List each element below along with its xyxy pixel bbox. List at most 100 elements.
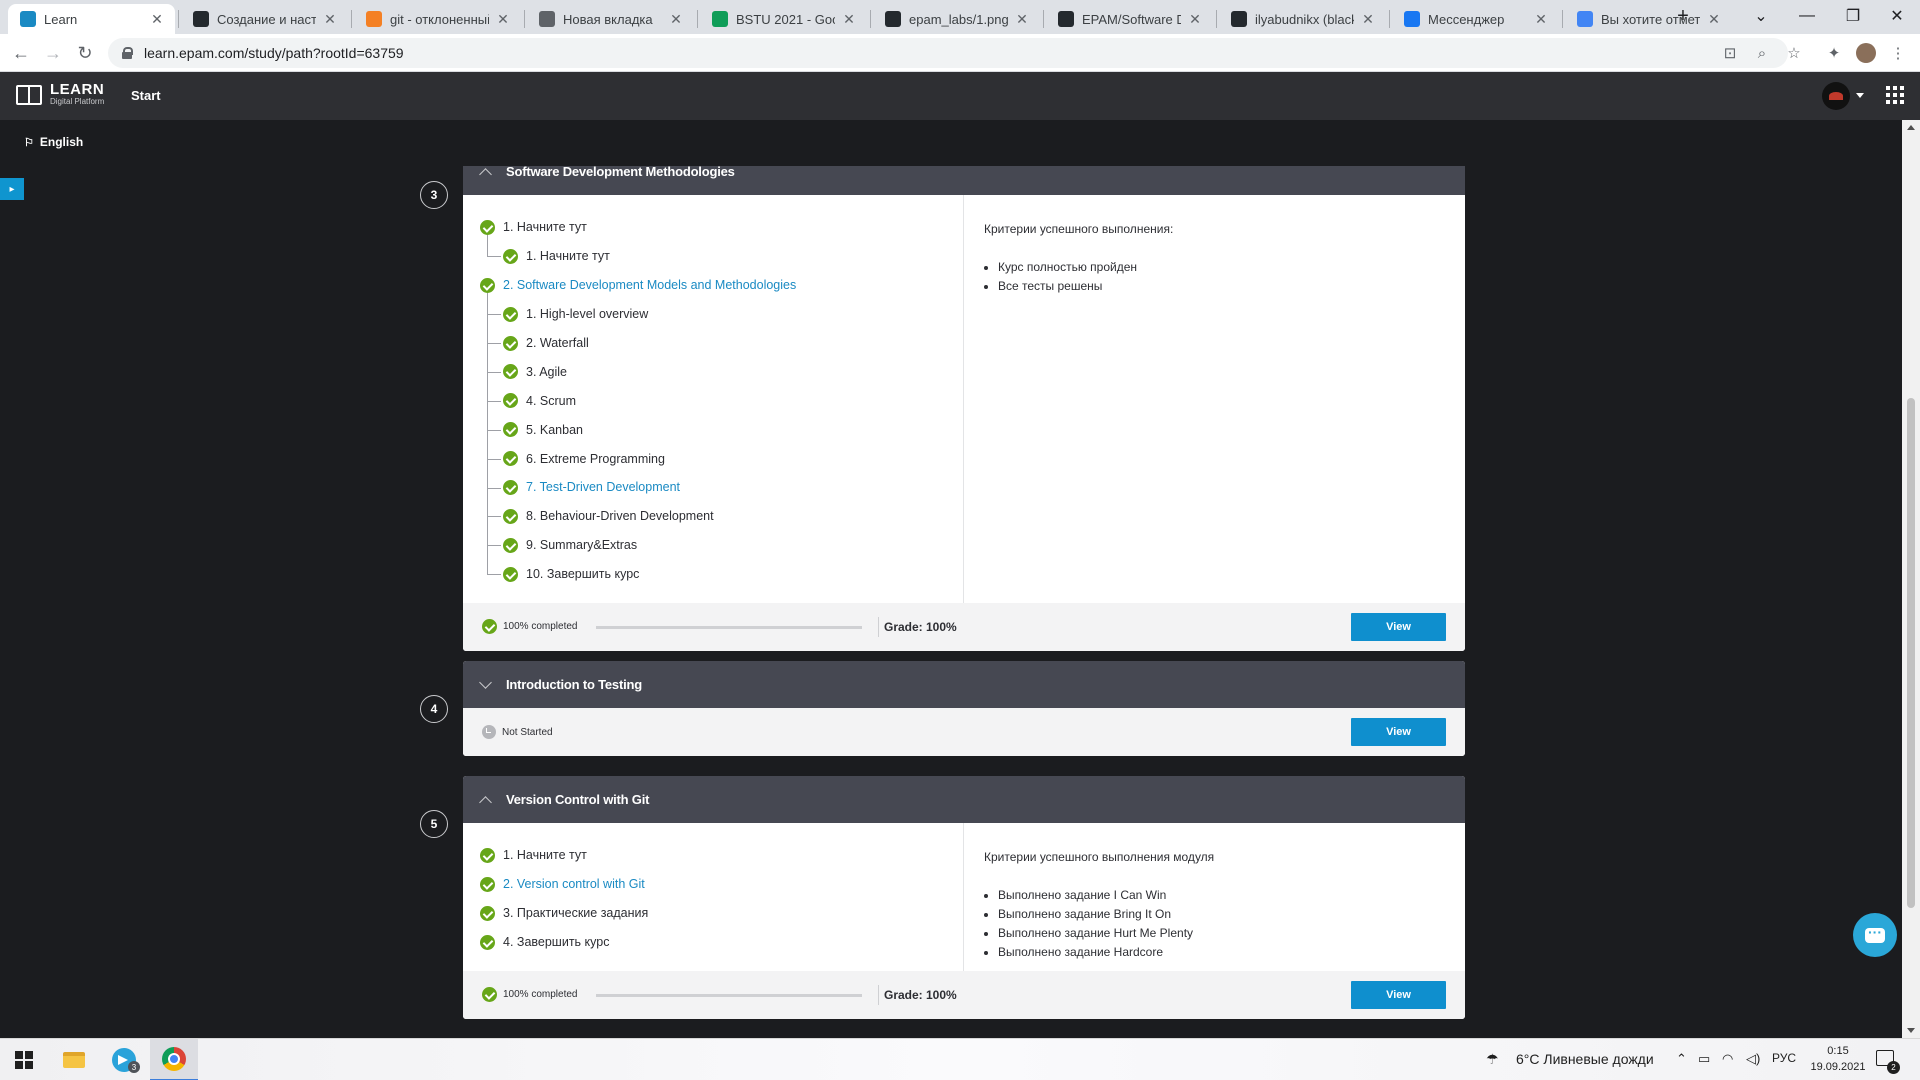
browser-tab[interactable]: BSTU 2021 - Goog ✕ xyxy=(700,4,867,34)
tree-item[interactable]: 2. Software Development Models and Metho… xyxy=(480,271,963,300)
profile-avatar[interactable] xyxy=(1851,38,1881,68)
tree-connector xyxy=(487,545,501,547)
progress-fill xyxy=(596,625,862,629)
input-language[interactable]: РУС xyxy=(1772,1051,1796,1065)
telegram-button[interactable]: 3 xyxy=(100,1039,148,1080)
minimize-icon[interactable]: — xyxy=(1784,0,1830,32)
tree-item[interactable]: 1. Начните тут xyxy=(480,841,963,870)
tree-item[interactable]: 2. Version control with Git xyxy=(480,870,963,899)
close-tab-icon[interactable]: ✕ xyxy=(841,11,857,28)
tree-item[interactable]: 8. Behaviour-Driven Development xyxy=(480,502,963,531)
tree-item[interactable]: 1. Начните тут xyxy=(480,213,963,242)
module-card: Version Control with Git 1. Начните тут 2… xyxy=(463,776,1465,1019)
tree-item[interactable]: 1. Начните тут xyxy=(480,242,963,271)
tree-item[interactable]: 9. Summary&Extras xyxy=(480,531,963,560)
module-header[interactable]: Version Control with Git xyxy=(463,776,1465,823)
sidebar-toggle[interactable]: ▸ xyxy=(0,178,24,200)
chevron-up-icon[interactable] xyxy=(479,167,492,181)
battery-icon[interactable]: ▭ xyxy=(1698,1051,1710,1067)
tray-chevron-up-icon[interactable]: ⌃ xyxy=(1676,1051,1687,1067)
tree-connector xyxy=(487,343,501,345)
scroll-down-icon[interactable] xyxy=(1907,1028,1915,1033)
bookmark-star-icon[interactable]: ☆ xyxy=(1779,38,1809,68)
start-link[interactable]: Start xyxy=(131,88,161,103)
tree-item[interactable]: 4. Завершить курс xyxy=(480,928,963,957)
tree-connector xyxy=(487,458,501,460)
tree-item[interactable]: 3. Agile xyxy=(480,357,963,386)
close-window-icon[interactable]: ✕ xyxy=(1874,0,1920,32)
criteria-item: Курс полностью пройден xyxy=(998,258,1445,277)
tab-separator xyxy=(524,10,525,28)
close-tab-icon[interactable]: ✕ xyxy=(1706,11,1722,28)
scroll-up-icon[interactable] xyxy=(1907,125,1915,130)
browser-tab[interactable]: Новая вкладка ✕ xyxy=(527,4,694,34)
tab-search-icon[interactable]: ⌄ xyxy=(1738,0,1784,32)
browser-tab[interactable]: Мессенджер ✕ xyxy=(1392,4,1559,34)
tree-item-label: 8. Behaviour-Driven Development xyxy=(526,509,714,524)
check-circle-icon xyxy=(503,393,518,409)
address-bar[interactable]: learn.epam.com/study/path?rootId=63759 xyxy=(108,38,1788,68)
logo-title: LEARN xyxy=(50,81,105,98)
learn-logo[interactable]: LEARN Digital Platform xyxy=(16,82,104,107)
module-card: Software Development Methodologies 1. На… xyxy=(463,148,1465,651)
tree-item[interactable]: 1. High-level overview xyxy=(480,300,963,329)
folder-icon xyxy=(63,1052,85,1068)
close-tab-icon[interactable]: ✕ xyxy=(1533,11,1549,28)
check-circle-icon xyxy=(480,934,495,950)
close-tab-icon[interactable]: ✕ xyxy=(668,11,684,28)
forward-icon[interactable]: → xyxy=(38,38,68,68)
volume-icon[interactable]: ◁) xyxy=(1746,1051,1760,1067)
scrollbar-thumb[interactable] xyxy=(1907,398,1915,908)
weather-text[interactable]: 6°C Ливневые дожди xyxy=(1516,1051,1654,1067)
back-icon[interactable]: ← xyxy=(6,38,36,68)
view-button[interactable]: View xyxy=(1351,718,1446,746)
close-tab-icon[interactable]: ✕ xyxy=(1014,11,1030,28)
tree-item[interactable]: 10. Завершить курс xyxy=(480,560,963,589)
zoom-icon[interactable]: ⌕ xyxy=(1747,38,1777,68)
browser-menu-icon[interactable]: ⋮ xyxy=(1883,38,1913,68)
page-scrollbar[interactable] xyxy=(1902,120,1920,1038)
tree-item[interactable]: 2. Waterfall xyxy=(480,329,963,358)
close-tab-icon[interactable]: ✕ xyxy=(322,11,338,28)
chevron-down-icon[interactable] xyxy=(479,676,492,689)
start-button[interactable] xyxy=(0,1039,48,1080)
chat-button[interactable] xyxy=(1853,913,1897,957)
browser-tab[interactable]: EPAM/Software De ✕ xyxy=(1046,4,1213,34)
browser-tab[interactable]: ilyabudnikx (blacks ✕ xyxy=(1219,4,1386,34)
messenger-icon xyxy=(1404,11,1420,27)
file-explorer-button[interactable] xyxy=(50,1039,98,1080)
module-header[interactable]: Introduction to Testing xyxy=(463,661,1465,708)
language-switcher[interactable]: ⚐ English xyxy=(24,135,83,149)
chrome-button[interactable] xyxy=(150,1039,198,1080)
close-tab-icon[interactable]: ✕ xyxy=(1187,11,1203,28)
reload-icon[interactable]: ↻ xyxy=(70,38,100,68)
browser-tab[interactable]: git - отклоненный ✕ xyxy=(354,4,521,34)
view-button[interactable]: View xyxy=(1351,980,1446,1009)
tree-item[interactable]: 4. Scrum xyxy=(480,386,963,415)
translate-icon[interactable]: ⊡ xyxy=(1715,38,1745,68)
close-tab-icon[interactable]: ✕ xyxy=(149,11,165,28)
tree-item[interactable]: 7. Test-Driven Development xyxy=(480,473,963,502)
restore-icon[interactable]: ❐ xyxy=(1830,0,1876,32)
view-button[interactable]: View xyxy=(1351,612,1446,641)
extensions-icon[interactable]: ✦ xyxy=(1819,38,1849,68)
chevron-up-icon[interactable] xyxy=(479,795,492,809)
tree-item-label: 4. Scrum xyxy=(526,393,577,408)
chevron-down-icon[interactable] xyxy=(1856,93,1864,98)
browser-tab[interactable]: Learn ✕ xyxy=(8,4,175,34)
apps-grid-icon[interactable] xyxy=(1886,86,1904,104)
lock-icon xyxy=(122,47,133,59)
browser-tab[interactable]: Создание и настро ✕ xyxy=(181,4,348,34)
clock[interactable]: 0:15 19.09.2021 xyxy=(1810,1043,1866,1075)
wifi-icon[interactable]: ◠ xyxy=(1722,1051,1733,1067)
tree-item[interactable]: 3. Практические задания xyxy=(480,899,963,928)
weather-icon[interactable]: ☂ xyxy=(1486,1051,1499,1068)
browser-tab[interactable]: epam_labs/1.png a ✕ xyxy=(873,4,1040,34)
tree-connector xyxy=(487,235,488,257)
tree-item[interactable]: 5. Kanban xyxy=(480,415,963,444)
close-tab-icon[interactable]: ✕ xyxy=(1360,11,1376,28)
browser-tab[interactable]: Вы хотите отмети ✕ xyxy=(1565,4,1732,34)
tree-item[interactable]: 6. Extreme Programming xyxy=(480,444,963,473)
user-avatar[interactable] xyxy=(1822,82,1850,110)
close-tab-icon[interactable]: ✕ xyxy=(495,11,511,28)
